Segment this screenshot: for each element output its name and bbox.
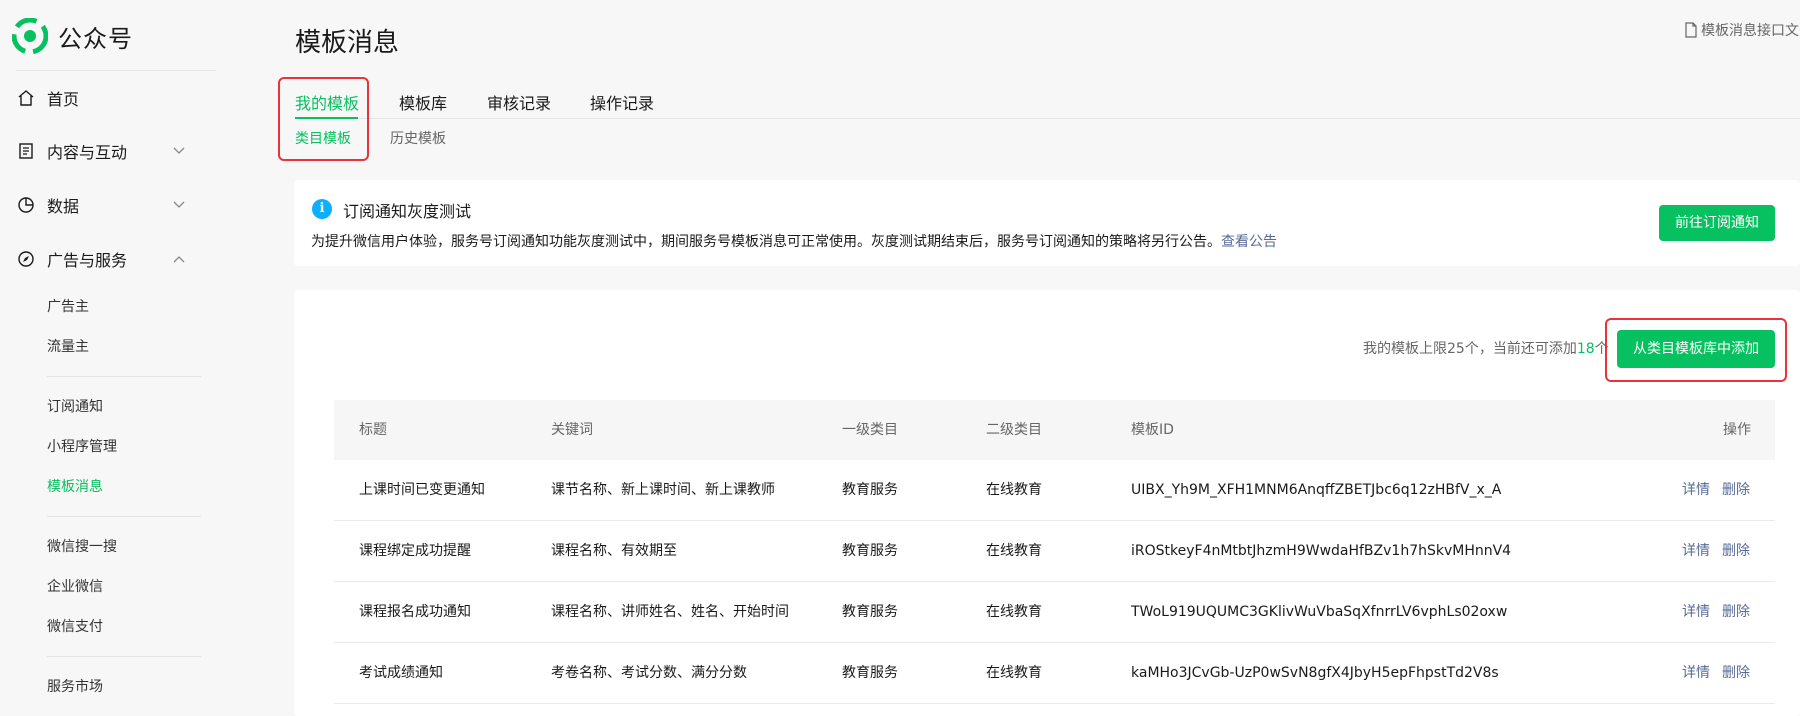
sidebar-subitem-publisher[interactable]: 流量主 <box>47 336 89 358</box>
cell-keywords: 课程名称、讲师姓名、姓名、开始时间 <box>551 604 789 620</box>
cell-secondary-category: 在线教育 <box>986 665 1042 681</box>
column-header-keywords: 关键词 <box>551 422 593 438</box>
document-icon <box>16 141 36 161</box>
cell-title: 课程绑定成功提醒 <box>359 543 471 559</box>
table-row: 考试成绩通知 考卷名称、考试分数、满分分数 教育服务 在线教育 kaMHo3JC… <box>334 643 1775 704</box>
sidebar-item-label: 首页 <box>47 90 80 109</box>
sidebar-item-label: 广告与服务 <box>47 251 128 270</box>
column-header-actions: 操作 <box>1723 422 1751 438</box>
info-icon: i <box>312 199 332 219</box>
limit-remaining: 18 <box>1576 341 1595 357</box>
delete-link[interactable]: 删除 <box>1722 643 1750 703</box>
detail-link[interactable]: 详情 <box>1682 460 1710 520</box>
cell-keywords: 课程名称、有效期至 <box>551 543 677 559</box>
column-header-secondary-category: 二级类目 <box>986 422 1042 438</box>
sidebar-item-ads-services[interactable]: 广告与服务 <box>16 244 186 274</box>
column-header-primary-category: 一级类目 <box>842 422 898 438</box>
detail-link[interactable]: 详情 <box>1682 582 1710 642</box>
sidebar-item-home[interactable]: 首页 <box>16 83 186 113</box>
cell-template-id: TWoL919UQUMC3GKlivWuVbaSqXfnrrLV6vphLs02… <box>1131 604 1508 620</box>
column-header-template-id: 模板ID <box>1131 422 1174 438</box>
tab-template-library[interactable]: 模板库 <box>399 90 447 114</box>
chevron-down-icon <box>173 201 185 208</box>
highlight-box-add-button <box>1605 318 1787 382</box>
notice-title: 订阅通知灰度测试 <box>343 202 472 221</box>
tab-review-records[interactable]: 审核记录 <box>487 90 551 114</box>
sidebar-subitem-wechat-pay[interactable]: 微信支付 <box>47 616 103 638</box>
sidebar-subitem-advertiser[interactable]: 广告主 <box>47 296 89 318</box>
sidebar: 公众号 首页 内容与互动 数据 广告与服务 广告主 流量主 订阅通知 小程序管理… <box>0 0 216 716</box>
go-to-subscription-button[interactable]: 前往订阅通知 <box>1659 205 1775 241</box>
column-header-title: 标题 <box>359 422 387 438</box>
subtab-history-templates[interactable]: 历史模板 <box>390 128 446 148</box>
chevron-down-icon <box>173 147 185 154</box>
sidebar-divider <box>47 376 201 377</box>
sidebar-item-label: 内容与互动 <box>47 143 128 162</box>
templates-card: 我的模板上限25个，当前还可添加18个 从类目模板库中添加 标题 关键词 一级类… <box>294 290 1800 716</box>
cell-secondary-category: 在线教育 <box>986 543 1042 559</box>
cell-template-id: UIBX_Yh9M_XFH1MNM6AnqffZBETJbc6q12zHBfV_… <box>1131 482 1502 498</box>
cell-secondary-category: 在线教育 <box>986 604 1042 620</box>
page-title: 模板消息 <box>295 28 400 58</box>
cell-title: 课程报名成功通知 <box>359 604 471 620</box>
cell-primary-category: 教育服务 <box>842 482 898 498</box>
app-logo[interactable]: 公众号 <box>12 18 133 54</box>
highlight-box-tabs <box>278 77 369 161</box>
template-limit-text: 我的模板上限25个，当前还可添加18个 <box>1363 338 1609 358</box>
sidebar-subitem-template-message[interactable]: 模板消息 <box>47 476 103 498</box>
notice-text: 为提升微信用户体验，服务号订阅通知功能灰度测试中，期间服务号模板消息可正常使用。… <box>311 231 1277 251</box>
cell-primary-category: 教育服务 <box>842 604 898 620</box>
templates-table: 标题 关键词 一级类目 二级类目 模板ID 操作 上课时间已变更通知 课节名称、… <box>334 400 1775 704</box>
table-row: 课程绑定成功提醒 课程名称、有效期至 教育服务 在线教育 iROStkeyF4n… <box>334 521 1775 582</box>
delete-link[interactable]: 删除 <box>1722 582 1750 642</box>
file-icon <box>1685 22 1697 38</box>
cell-keywords: 考卷名称、考试分数、满分分数 <box>551 665 747 681</box>
detail-link[interactable]: 详情 <box>1682 521 1710 581</box>
sidebar-subitem-wecom[interactable]: 企业微信 <box>47 576 103 598</box>
home-icon <box>16 88 36 108</box>
cell-primary-category: 教育服务 <box>842 543 898 559</box>
compass-icon <box>16 249 36 269</box>
sidebar-item-content[interactable]: 内容与互动 <box>16 136 186 166</box>
limit-prefix: 我的模板上限25个，当前还可添加 <box>1363 341 1577 357</box>
delete-link[interactable]: 删除 <box>1722 521 1750 581</box>
chevron-up-icon <box>173 256 185 263</box>
table-header: 标题 关键词 一级类目 二级类目 模板ID 操作 <box>334 400 1775 460</box>
sidebar-subitem-wechat-search[interactable]: 微信搜一搜 <box>47 536 117 558</box>
tab-operation-records[interactable]: 操作记录 <box>590 90 654 114</box>
app-name: 公众号 <box>58 24 133 53</box>
table-row: 课程报名成功通知 课程名称、讲师姓名、姓名、开始时间 教育服务 在线教育 TWo… <box>334 582 1775 643</box>
cell-title: 考试成绩通知 <box>359 665 443 681</box>
api-doc-link-label: 模板消息接口文 <box>1701 23 1799 39</box>
sidebar-divider <box>47 656 201 657</box>
sidebar-subitem-service-market[interactable]: 服务市场 <box>47 676 103 698</box>
cell-title: 上课时间已变更通知 <box>359 482 485 498</box>
api-doc-link[interactable]: 模板消息接口文 <box>1684 20 1800 40</box>
sidebar-divider <box>16 70 216 71</box>
wechat-official-account-logo-icon <box>12 18 48 54</box>
cell-template-id: kaMHo3JCvGb-UzP0wSvN8gfX4JbyH5epFhpstTd2… <box>1131 665 1499 681</box>
pie-chart-icon <box>16 195 36 215</box>
notice-card: i 订阅通知灰度测试 为提升微信用户体验，服务号订阅通知功能灰度测试中，期间服务… <box>294 180 1800 266</box>
sidebar-item-data[interactable]: 数据 <box>16 190 186 220</box>
sidebar-subitem-subscription-notice[interactable]: 订阅通知 <box>47 396 103 418</box>
delete-link[interactable]: 删除 <box>1722 460 1750 520</box>
cell-secondary-category: 在线教育 <box>986 482 1042 498</box>
notice-body: 为提升微信用户体验，服务号订阅通知功能灰度测试中，期间服务号模板消息可正常使用。… <box>311 234 1221 250</box>
sidebar-subitem-mini-program[interactable]: 小程序管理 <box>47 436 117 458</box>
cell-template-id: iROStkeyF4nMtbtJhzmH9WwdaHfBZv1h7hSkvMHn… <box>1131 543 1512 559</box>
detail-link[interactable]: 详情 <box>1682 643 1710 703</box>
tabs-divider <box>295 118 1800 119</box>
table-row: 上课时间已变更通知 课节名称、新上课时间、新上课教师 教育服务 在线教育 UIB… <box>334 460 1775 521</box>
cell-keywords: 课节名称、新上课时间、新上课教师 <box>551 482 775 498</box>
sidebar-divider <box>47 516 201 517</box>
sidebar-item-label: 数据 <box>47 197 80 216</box>
view-announcement-link[interactable]: 查看公告 <box>1221 234 1277 250</box>
cell-primary-category: 教育服务 <box>842 665 898 681</box>
